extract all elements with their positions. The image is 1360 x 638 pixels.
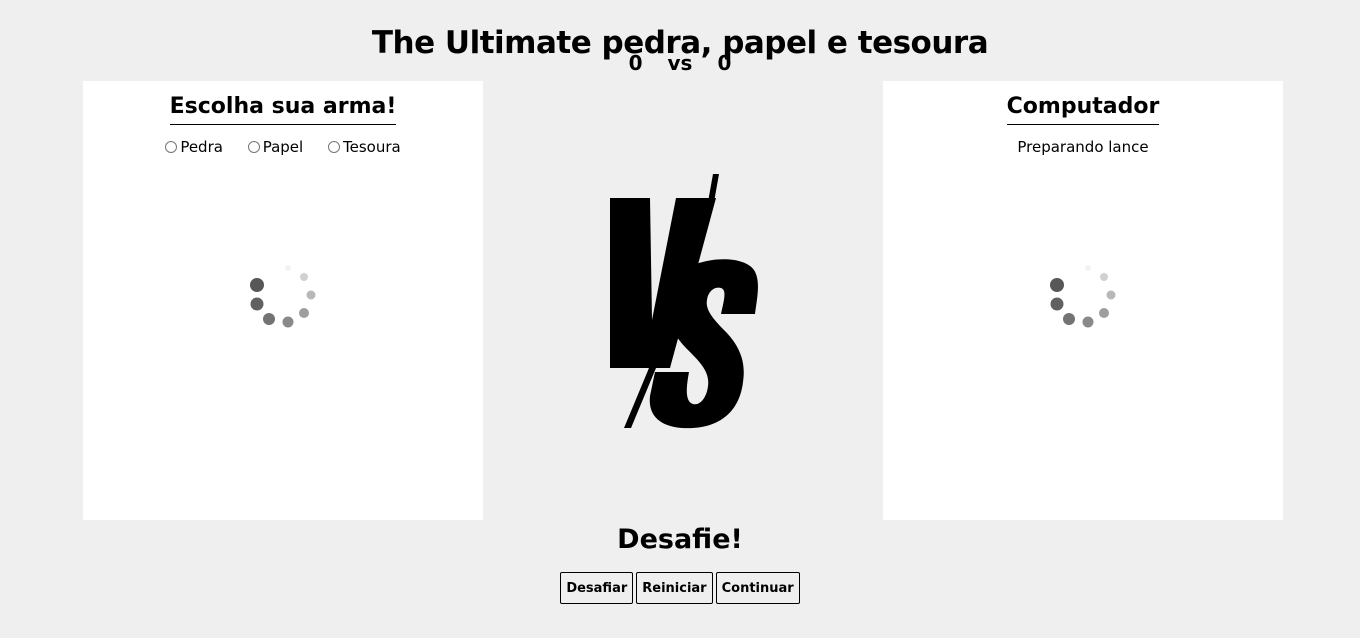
computer-panel-heading: Computador: [1006, 93, 1160, 125]
challenge-heading: Desafie!: [617, 524, 743, 555]
scoreboard: 0 vs 0: [0, 50, 1360, 76]
computer-status: Preparando lance: [1017, 138, 1149, 156]
option-papel-label: Papel: [262, 138, 304, 156]
player-score: 0: [628, 51, 643, 75]
radio-pedra[interactable]: [165, 141, 178, 153]
player-panel-heading: Escolha sua arma!: [169, 93, 397, 125]
option-tesoura[interactable]: Tesoura: [327, 137, 401, 157]
continue-button[interactable]: Continuar: [715, 572, 800, 604]
weapon-options: Pedra Papel Tesoura: [83, 137, 483, 158]
player-panel: Escolha sua arma! Pedra Papel Tesoura: [83, 81, 483, 520]
computer-panel: Computador Preparando lance: [883, 81, 1283, 520]
option-pedra[interactable]: Pedra: [165, 137, 223, 157]
spinner-icon: [250, 265, 316, 328]
challenge-button[interactable]: Desafiar: [560, 572, 634, 604]
radio-papel[interactable]: [247, 141, 260, 153]
option-papel[interactable]: Papel: [247, 137, 304, 157]
restart-button[interactable]: Reiniciar: [636, 572, 713, 604]
option-tesoura-label: Tesoura: [342, 138, 401, 156]
computer-score: 0: [717, 51, 732, 75]
score-separator: vs: [667, 51, 693, 75]
radio-tesoura[interactable]: [327, 141, 340, 153]
option-pedra-label: Pedra: [180, 138, 223, 156]
spinner-icon: [1050, 265, 1116, 328]
action-buttons: Desafiar Reiniciar Continuar: [0, 572, 1360, 604]
vs-icon: [610, 174, 758, 429]
